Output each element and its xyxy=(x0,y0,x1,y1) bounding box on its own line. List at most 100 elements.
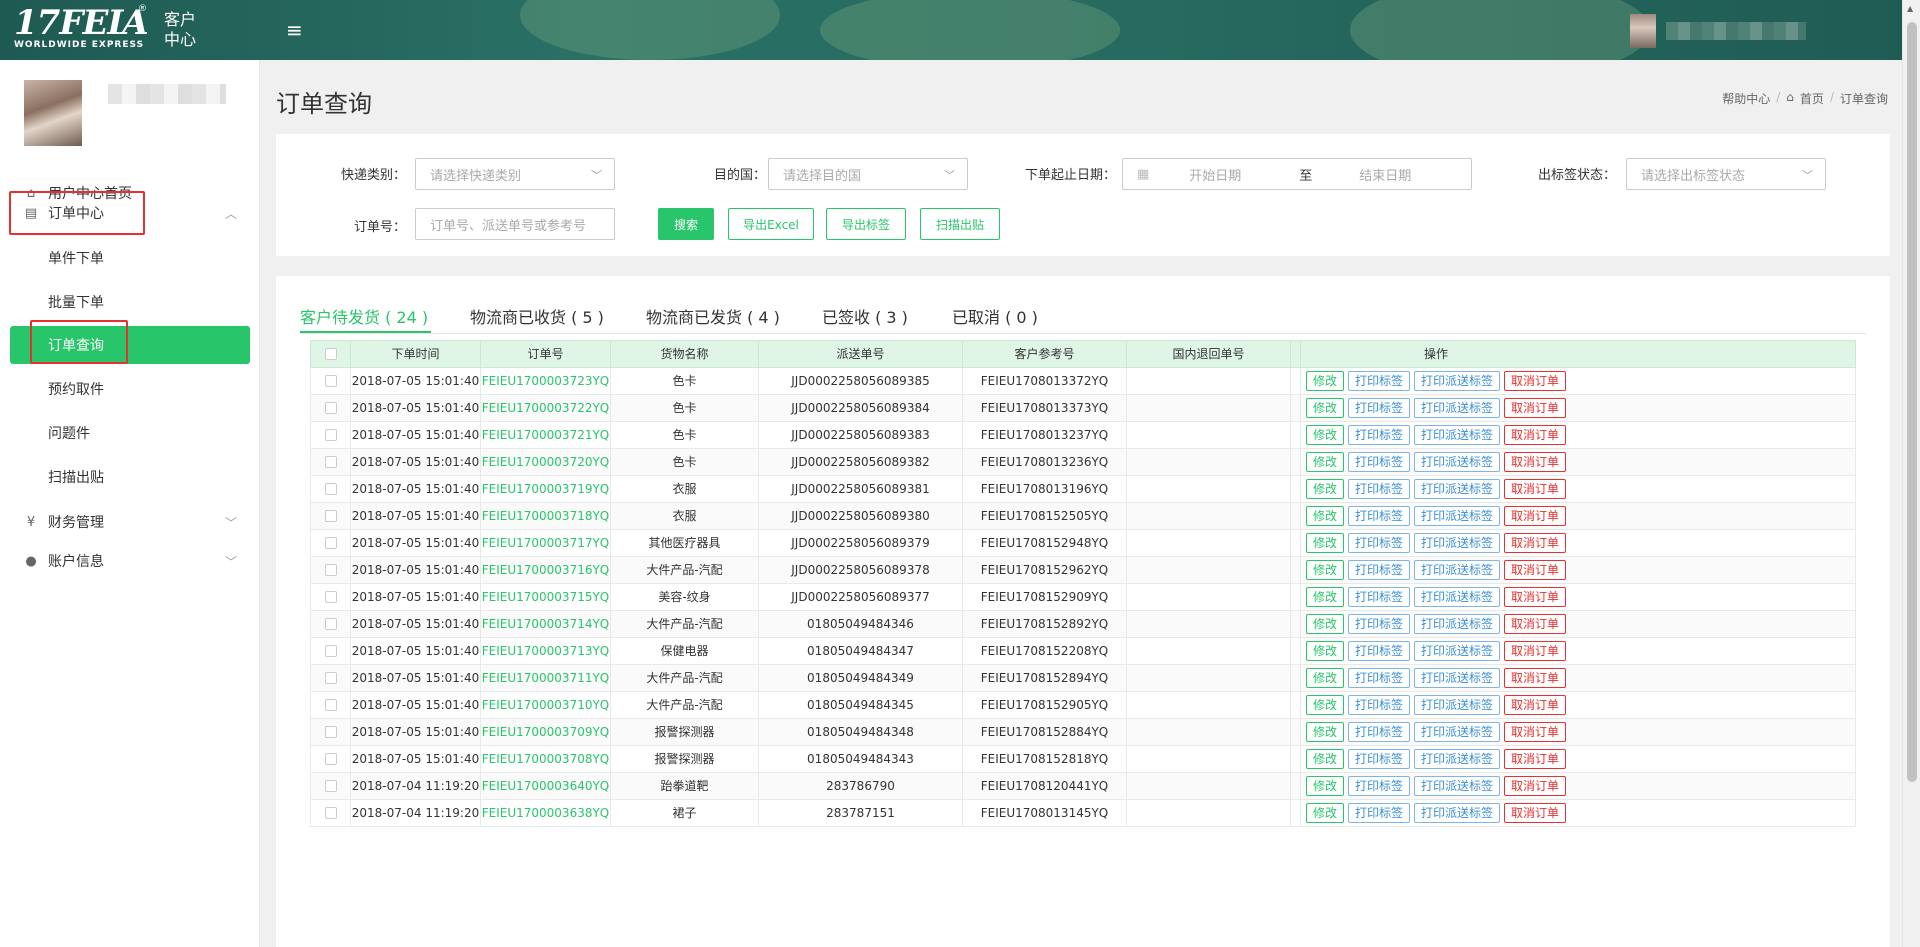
order-no-cell[interactable]: FEIEU1700003716YQ xyxy=(481,557,611,583)
user-profile-top[interactable] xyxy=(1630,14,1810,48)
print-label-button[interactable]: 打印标签 xyxy=(1347,803,1410,823)
edit-button[interactable]: 修改 xyxy=(1305,641,1344,661)
sidebar-sub-single-order[interactable]: 单件下单 xyxy=(48,239,248,277)
print-label-button[interactable]: 打印标签 xyxy=(1347,614,1410,634)
edit-button[interactable]: 修改 xyxy=(1305,452,1344,472)
export-excel-button[interactable]: 导出Excel xyxy=(728,208,814,240)
breadcrumb-help[interactable]: 帮助中心 xyxy=(1722,90,1770,107)
row-checkbox-cell[interactable] xyxy=(311,746,351,772)
edit-button[interactable]: 修改 xyxy=(1305,425,1344,445)
row-checkbox-cell[interactable] xyxy=(311,719,351,745)
row-checkbox[interactable] xyxy=(324,482,337,495)
tab-cancelled[interactable]: 已取消 ( 0 ) xyxy=(952,304,1038,328)
row-checkbox[interactable] xyxy=(324,509,337,522)
print-label-button[interactable]: 打印标签 xyxy=(1347,479,1410,499)
edit-button[interactable]: 修改 xyxy=(1305,587,1344,607)
print-delivery-label-button[interactable]: 打印派送标签 xyxy=(1414,506,1501,526)
row-checkbox[interactable] xyxy=(324,698,337,711)
row-checkbox[interactable] xyxy=(324,536,337,549)
cancel-order-button[interactable]: 取消订单 xyxy=(1504,371,1567,391)
row-checkbox[interactable] xyxy=(324,617,337,630)
row-checkbox-cell[interactable] xyxy=(311,584,351,610)
row-checkbox-cell[interactable] xyxy=(311,395,351,421)
scan-button[interactable]: 扫描出贴 xyxy=(920,208,1000,240)
row-checkbox-cell[interactable] xyxy=(311,476,351,502)
row-checkbox[interactable] xyxy=(324,725,337,738)
select-all-checkbox-cell[interactable] xyxy=(311,341,351,367)
edit-button[interactable]: 修改 xyxy=(1305,803,1344,823)
sidebar-sub-pickup[interactable]: 预约取件 xyxy=(48,370,248,408)
row-checkbox[interactable] xyxy=(324,806,337,819)
print-delivery-label-button[interactable]: 打印派送标签 xyxy=(1414,533,1501,553)
tab-pending[interactable]: 客户待发货 ( 24 ) xyxy=(300,304,428,328)
print-label-button[interactable]: 打印标签 xyxy=(1347,587,1410,607)
edit-button[interactable]: 修改 xyxy=(1305,560,1344,580)
print-delivery-label-button[interactable]: 打印派送标签 xyxy=(1414,587,1501,607)
order-no-cell[interactable]: FEIEU1700003722YQ xyxy=(481,395,611,421)
order-no-cell[interactable]: FEIEU1700003715YQ xyxy=(481,584,611,610)
print-label-button[interactable]: 打印标签 xyxy=(1347,722,1410,742)
print-delivery-label-button[interactable]: 打印派送标签 xyxy=(1414,425,1501,445)
sidebar-item-finance[interactable]: ¥ 财务管理 ﹀ xyxy=(0,503,259,541)
tab-received[interactable]: 物流商已收货 ( 5 ) xyxy=(470,304,604,328)
label-status-select[interactable]: 请选择出标签状态 ﹀ xyxy=(1626,158,1826,190)
row-checkbox-cell[interactable] xyxy=(311,638,351,664)
edit-button[interactable]: 修改 xyxy=(1305,398,1344,418)
tab-shipped[interactable]: 物流商已发货 ( 4 ) xyxy=(646,304,780,328)
row-checkbox[interactable] xyxy=(324,374,337,387)
print-delivery-label-button[interactable]: 打印派送标签 xyxy=(1414,668,1501,688)
print-label-button[interactable]: 打印标签 xyxy=(1347,668,1410,688)
cancel-order-button[interactable]: 取消订单 xyxy=(1504,668,1567,688)
order-no-cell[interactable]: FEIEU1700003713YQ xyxy=(481,638,611,664)
order-no-cell[interactable]: FEIEU1700003711YQ xyxy=(481,665,611,691)
sidebar-sub-batch-order[interactable]: 批量下单 xyxy=(48,283,248,321)
edit-button[interactable]: 修改 xyxy=(1305,506,1344,526)
print-label-button[interactable]: 打印标签 xyxy=(1347,749,1410,769)
edit-button[interactable]: 修改 xyxy=(1305,722,1344,742)
order-no-cell[interactable]: FEIEU1700003709YQ xyxy=(481,719,611,745)
print-label-button[interactable]: 打印标签 xyxy=(1347,452,1410,472)
print-label-button[interactable]: 打印标签 xyxy=(1347,695,1410,715)
print-label-button[interactable]: 打印标签 xyxy=(1347,641,1410,661)
row-checkbox-cell[interactable] xyxy=(311,449,351,475)
tab-signed[interactable]: 已签收 ( 3 ) xyxy=(822,304,908,328)
row-checkbox-cell[interactable] xyxy=(311,611,351,637)
cancel-order-button[interactable]: 取消订单 xyxy=(1504,614,1567,634)
print-label-button[interactable]: 打印标签 xyxy=(1347,506,1410,526)
express-type-select[interactable]: 请选择快递类别 ﹀ xyxy=(415,158,615,190)
print-delivery-label-button[interactable]: 打印派送标签 xyxy=(1414,776,1501,796)
company-logo[interactable]: 17FEIA WORLDWIDE EXPRESS ® xyxy=(14,4,154,56)
print-label-button[interactable]: 打印标签 xyxy=(1347,776,1410,796)
sidebar-item-order-center[interactable]: ▤ 订单中心 ︿ xyxy=(0,194,259,232)
row-checkbox-cell[interactable] xyxy=(311,692,351,718)
row-checkbox[interactable] xyxy=(324,455,337,468)
row-checkbox[interactable] xyxy=(324,671,337,684)
edit-button[interactable]: 修改 xyxy=(1305,533,1344,553)
edit-button[interactable]: 修改 xyxy=(1305,668,1344,688)
cancel-order-button[interactable]: 取消订单 xyxy=(1504,533,1567,553)
row-checkbox-cell[interactable] xyxy=(311,557,351,583)
row-checkbox-cell[interactable] xyxy=(311,773,351,799)
print-delivery-label-button[interactable]: 打印派送标签 xyxy=(1414,695,1501,715)
order-no-cell[interactable]: FEIEU1700003710YQ xyxy=(481,692,611,718)
sidebar-sub-scan[interactable]: 扫描出贴 xyxy=(48,458,248,496)
cancel-order-button[interactable]: 取消订单 xyxy=(1504,803,1567,823)
cancel-order-button[interactable]: 取消订单 xyxy=(1504,425,1567,445)
order-no-cell[interactable]: FEIEU1700003720YQ xyxy=(481,449,611,475)
order-no-cell[interactable]: FEIEU1700003719YQ xyxy=(481,476,611,502)
print-delivery-label-button[interactable]: 打印派送标签 xyxy=(1414,452,1501,472)
breadcrumb-home[interactable]: 首页 xyxy=(1800,90,1824,107)
print-label-button[interactable]: 打印标签 xyxy=(1347,533,1410,553)
order-number-input[interactable]: 订单号、派送单号或参考号 xyxy=(415,208,615,240)
print-label-button[interactable]: 打印标签 xyxy=(1347,560,1410,580)
print-delivery-label-button[interactable]: 打印派送标签 xyxy=(1414,560,1501,580)
order-no-cell[interactable]: FEIEU1700003717YQ xyxy=(481,530,611,556)
search-button[interactable]: 搜索 xyxy=(658,208,714,240)
print-label-button[interactable]: 打印标签 xyxy=(1347,371,1410,391)
export-label-button[interactable]: 导出标签 xyxy=(826,208,906,240)
order-no-cell[interactable]: FEIEU1700003723YQ xyxy=(481,368,611,394)
order-no-cell[interactable]: FEIEU1700003638YQ xyxy=(481,800,611,826)
edit-button[interactable]: 修改 xyxy=(1305,479,1344,499)
row-checkbox[interactable] xyxy=(324,752,337,765)
print-delivery-label-button[interactable]: 打印派送标签 xyxy=(1414,398,1501,418)
